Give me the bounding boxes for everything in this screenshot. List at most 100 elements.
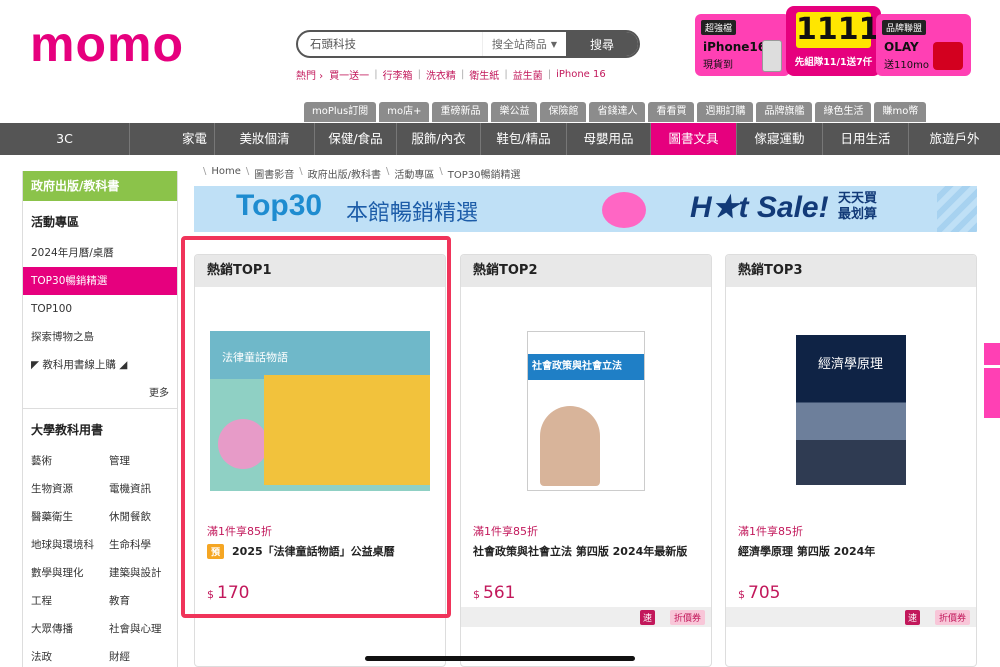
subtab[interactable]: 賺mo幣 xyxy=(874,102,927,122)
subtab[interactable]: 看看買 xyxy=(648,102,695,122)
subject-link[interactable]: 生命科學 xyxy=(109,531,187,559)
price-value: 561 xyxy=(483,583,516,603)
fast-delivery-badge: 速 xyxy=(639,610,655,625)
subject-link[interactable]: 藝術 xyxy=(31,447,109,475)
subject-link[interactable]: 醫藥衛生 xyxy=(31,503,109,531)
promo-banner-iphone[interactable]: 超強檔 iPhone16 現貨到 xyxy=(695,14,790,76)
book-cover: 經濟學原理 xyxy=(796,335,906,485)
product-name[interactable]: 社會政策與社會立法 第四版 2024年最新版 xyxy=(473,543,687,559)
breadcrumb-item[interactable]: Home xyxy=(211,166,241,181)
breadcrumb-item[interactable]: 圖書影音 xyxy=(254,166,294,181)
search-scope-select[interactable]: 搜全站商品 ▼ xyxy=(482,32,566,56)
sidebar-item-top30[interactable]: TOP30暢銷精選 xyxy=(23,267,177,295)
home-indicator xyxy=(365,656,635,661)
sidebar-item-calendar[interactable]: 2024年月曆/桌曆 xyxy=(23,239,177,267)
subtab[interactable]: 綠色生活 xyxy=(815,102,872,122)
hot-link[interactable]: 買一送一 xyxy=(329,67,369,82)
banner-stripe-decoration xyxy=(937,186,977,232)
subject-link[interactable]: 財經 xyxy=(109,643,187,667)
fast-delivery-badge: 速 xyxy=(904,610,920,625)
breadcrumb-item[interactable]: 政府出版/教科書 xyxy=(308,166,381,181)
currency-symbol: $ xyxy=(738,588,745,601)
nav-item-apparel[interactable]: 服飾/內衣 xyxy=(397,123,481,155)
subtab[interactable]: 品牌旗艦 xyxy=(756,102,813,122)
product-card-footer: 速 折價券 xyxy=(461,607,711,627)
subtab[interactable]: mo店+ xyxy=(379,102,430,122)
nav-item-daily[interactable]: 日用生活 xyxy=(823,123,909,155)
search-bar: 搜全站商品 ▼ 搜尋 xyxy=(296,30,640,58)
subject-link[interactable]: 法政 xyxy=(31,643,109,667)
product-card[interactable]: 熱銷TOP3 經濟學原理 滿1件享85折 經濟學原理 第四版 2024年 $70… xyxy=(725,254,977,667)
momo-logo[interactable]: momo xyxy=(30,19,230,69)
author-photo xyxy=(540,406,600,486)
subject-link[interactable]: 電機資訊 xyxy=(109,475,187,503)
subtab[interactable]: 樂公益 xyxy=(491,102,538,122)
coupon-badge[interactable]: 折價券 xyxy=(934,610,970,625)
promo-subtitle: 先組隊11/1送7仟 xyxy=(794,57,873,68)
search-button[interactable]: 搜尋 xyxy=(566,32,638,56)
subject-link[interactable]: 教育 xyxy=(109,587,187,615)
top30-banner: Top30 本館暢銷精選 H★t Sale! 天天買 最划算 xyxy=(194,186,977,232)
product-price: $561 xyxy=(473,583,515,603)
product-rank: 熱銷TOP2 xyxy=(461,255,711,287)
hot-link[interactable]: 益生菌 xyxy=(513,67,543,82)
search-input[interactable] xyxy=(298,32,482,56)
subject-link[interactable]: 大眾傳播 xyxy=(31,615,109,643)
product-card[interactable]: 熱銷TOP2 社會政策與社會立法 滿1件享85折 社會政策與社會立法 第四版 2… xyxy=(460,254,712,667)
subject-link[interactable]: 生物資源 xyxy=(31,475,109,503)
product-name[interactable]: 經濟學原理 第四版 2024年 xyxy=(738,543,875,559)
product-name-text: 經濟學原理 第四版 2024年 xyxy=(738,545,876,558)
hot-searches: 熱門 › 買一送一 | 行李箱 | 洗衣精 | 衛生紙 | 益生菌 | iPhone 16 xyxy=(296,67,606,82)
nav-item-home-sports[interactable]: 傢寢運動 xyxy=(737,123,823,155)
product-image[interactable]: 經濟學原理 xyxy=(726,325,976,495)
subject-link[interactable]: 管理 xyxy=(109,447,187,475)
nav-item-books[interactable]: 圖書文具 xyxy=(651,123,737,155)
subtab[interactable]: 省錢達人 xyxy=(589,102,646,122)
hot-link[interactable]: 行李箱 xyxy=(383,67,413,82)
sidebar-item-top100[interactable]: TOP100 xyxy=(23,295,177,323)
hot-link[interactable]: 洗衣精 xyxy=(426,67,456,82)
breadcrumb-item[interactable]: 活動專區 xyxy=(394,166,434,181)
product-image[interactable]: 社會政策與社會立法 xyxy=(461,325,711,495)
cover-title: 經濟學原理 xyxy=(818,357,884,372)
subtab[interactable]: 週期訂購 xyxy=(697,102,754,122)
edge-promo xyxy=(984,343,1000,365)
sidebar-item-museum[interactable]: 探索博物之島 xyxy=(23,323,177,351)
sidebar-header[interactable]: 政府出版/教科書 xyxy=(23,171,177,201)
nav-item-baby[interactable]: 母嬰用品 xyxy=(567,123,651,155)
subject-link[interactable]: 地球與環境科 xyxy=(31,531,109,559)
subject-link[interactable]: 社會與心理 xyxy=(109,615,187,643)
banner-subtitle: 本館暢銷精選 xyxy=(346,201,479,226)
nav-item-health-food[interactable]: 保健/食品 xyxy=(315,123,397,155)
subject-link[interactable]: 休閒餐飲 xyxy=(109,503,187,531)
phone-image xyxy=(762,40,782,72)
nav-item-shoes-bags[interactable]: 鞋包/精品 xyxy=(481,123,567,155)
subtab[interactable]: 重磅新品 xyxy=(432,102,489,122)
sidebar-item-textbooks[interactable]: ◤ 教科用書線上購 ◢ xyxy=(23,351,177,379)
subject-link[interactable]: 數學與理化 xyxy=(31,559,109,587)
subtab[interactable]: 保險館 xyxy=(540,102,587,122)
product-price: $705 xyxy=(738,583,780,603)
banner-top30-text: Top30 xyxy=(236,189,323,222)
category-sidebar: 政府出版/教科書 活動專區 2024年月曆/桌曆 TOP30暢銷精選 TOP10… xyxy=(22,171,178,667)
sidebar-more-link[interactable]: 更多 xyxy=(23,379,177,409)
coupon-badge[interactable]: 折價券 xyxy=(669,610,705,625)
promo-banner-1111[interactable]: 1111 先組隊11/1送7仟 xyxy=(786,6,881,76)
subject-link[interactable]: 建築與設計 xyxy=(109,559,187,587)
mascot-icon xyxy=(602,192,646,228)
breadcrumb-item: TOP30暢銷精選 xyxy=(447,170,521,181)
subtab[interactable]: moPlus訂閱 xyxy=(304,102,377,122)
right-edge-panel xyxy=(984,123,1000,423)
highlight-box xyxy=(181,236,451,618)
promo-banner-olay[interactable]: 品牌聯盟 OLAY 送110mo xyxy=(876,14,971,76)
hot-link[interactable]: iPhone 16 xyxy=(556,69,606,80)
nav-item-beauty[interactable]: 美妝個清 xyxy=(215,123,315,155)
subject-link[interactable]: 工程 xyxy=(31,587,109,615)
search-scope-label: 搜全站商品 xyxy=(491,38,547,51)
nav-item-appliances[interactable]: 家電 xyxy=(175,123,215,155)
banner-brand: 天天買 最划算 xyxy=(838,191,877,223)
promo-subtitle: 送110mo xyxy=(884,60,929,71)
nav-item-3c[interactable]: 3C xyxy=(0,123,130,155)
hot-link[interactable]: 衛生紙 xyxy=(469,67,499,82)
